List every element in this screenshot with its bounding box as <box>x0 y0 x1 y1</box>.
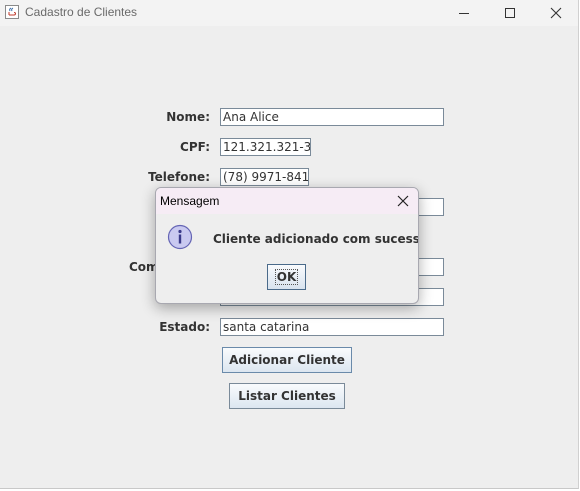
dialog-title: Mensagem <box>160 194 220 208</box>
close-icon <box>550 7 562 19</box>
nome-field[interactable]: Ana Alice <box>220 108 444 126</box>
label-estado: Estado: <box>159 320 210 334</box>
dialog-close-button[interactable] <box>392 190 414 212</box>
label-nome: Nome: <box>166 110 210 124</box>
telefone-field[interactable]: (78) 9971-8415 <box>220 168 309 186</box>
close-icon <box>397 195 409 207</box>
minimize-icon <box>459 13 469 14</box>
dialog-message: Cliente adicionado com sucesso! <box>213 232 419 246</box>
window-title: Cadastro de Clientes <box>25 5 138 19</box>
cpf-field[interactable]: 121.321.321-32 <box>220 138 311 156</box>
label-telefone: Telefone: <box>148 170 210 184</box>
add-client-button[interactable]: Adicionar Cliente <box>222 347 352 373</box>
ok-button[interactable]: OK <box>267 264 306 290</box>
maximize-icon <box>505 8 515 18</box>
minimize-button[interactable] <box>441 0 487 26</box>
dialog-title-bar: Mensagem <box>156 188 418 214</box>
label-cpf: CPF: <box>180 140 210 154</box>
main-window: Cadastro de Clientes Nome: Ana Alice CPF… <box>0 0 579 489</box>
info-icon <box>167 224 193 250</box>
title-bar: Cadastro de Clientes <box>0 0 578 26</box>
list-clients-button[interactable]: Listar Clientes <box>229 383 345 409</box>
message-dialog: Mensagem Cliente adicionado com sucesso!… <box>155 187 419 304</box>
close-button[interactable] <box>533 0 579 26</box>
ok-button-label: OK <box>274 269 299 285</box>
estado-field[interactable]: santa catarina <box>220 318 444 336</box>
java-cup-icon <box>5 5 19 19</box>
maximize-button[interactable] <box>487 0 533 26</box>
